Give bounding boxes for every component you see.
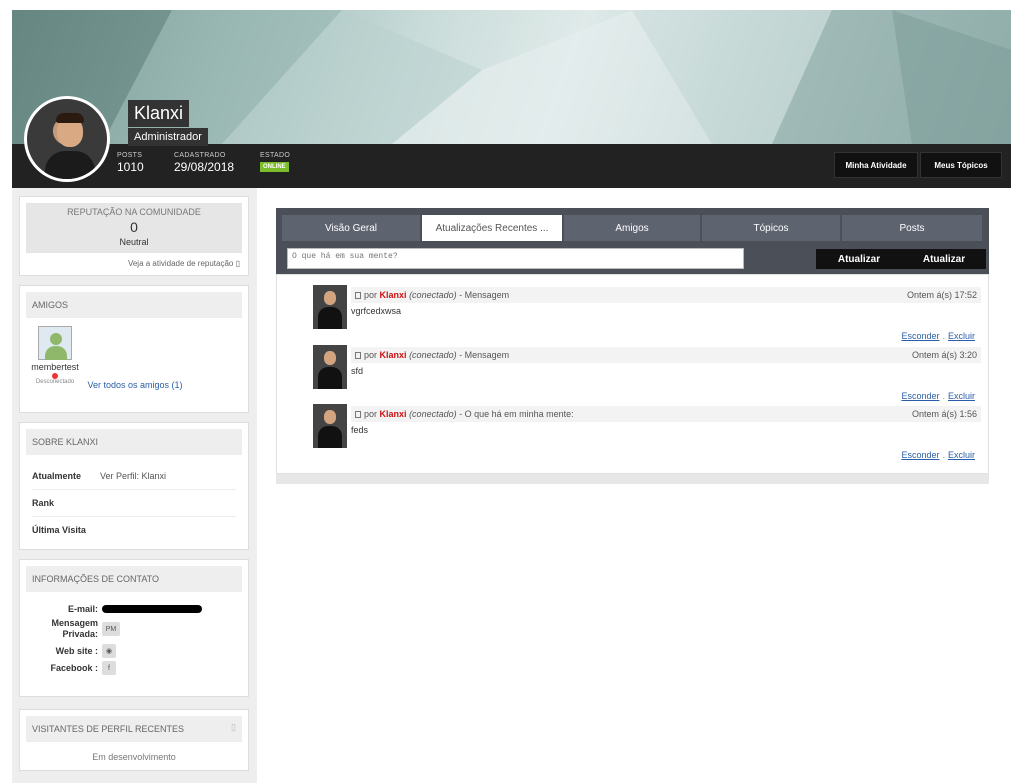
contact-pm: Mensagem Privada: PM	[20, 618, 120, 640]
delete-link[interactable]: Excluir	[948, 391, 975, 401]
status-input[interactable]	[287, 248, 744, 269]
website-icon[interactable]: ◉	[102, 644, 116, 658]
post-header: por Klanxi (conectado) - O que há em min…	[351, 406, 981, 422]
tab-bar: Visão Geral Atualizações Recentes ... Am…	[276, 208, 989, 274]
post-author[interactable]: Klanxi	[380, 290, 407, 300]
document-icon	[355, 352, 361, 359]
tab-posts[interactable]: Posts	[842, 215, 982, 241]
post-time: Ontem á(s) 17:52	[906, 290, 977, 300]
friends-panel: AMIGOS membertest Desconectado Ver todos…	[19, 285, 249, 413]
profile-name: Klanxi	[128, 100, 190, 127]
update-button-1[interactable]: Atualizar	[816, 249, 902, 269]
post-avatar[interactable]	[313, 404, 347, 448]
post-author[interactable]: Klanxi	[380, 350, 407, 360]
my-topics-button[interactable]: Meus Tópicos	[920, 152, 1002, 178]
about-title: SOBRE KLANXI	[26, 429, 242, 455]
reputation-panel: REPUTAÇÃO NA COMUNIDADE 0 Neutral Veja a…	[19, 196, 249, 276]
collapse-icon[interactable]: ▯	[231, 722, 236, 733]
pm-icon[interactable]: PM	[102, 622, 120, 636]
about-panel: SOBRE KLANXI Atualmente Ver Perfil: Klanx…	[19, 422, 249, 550]
profile-avatar[interactable]	[24, 96, 110, 182]
contact-email: E-mail:	[20, 604, 202, 614]
post-time: Ontem á(s) 3:20	[911, 350, 977, 360]
update-button-2[interactable]: Atualizar	[902, 249, 986, 269]
stat-posts: POSTS 1010	[117, 152, 144, 174]
about-row-currently: Atualmente Ver Perfil: Klanxi	[32, 463, 236, 490]
profile-role: Administrador	[128, 128, 208, 146]
tab-recent-updates[interactable]: Atualizações Recentes ...	[422, 215, 562, 241]
post-actions: Esconder. Excluir	[901, 450, 975, 460]
see-all-friends-link[interactable]: Ver todos os amigos (1)	[20, 380, 250, 390]
hide-link[interactable]: Esconder	[901, 450, 939, 460]
contact-panel: INFORMAÇÕES DE CONTATO E-mail: Mensagem P…	[19, 559, 249, 697]
sidebar: REPUTAÇÃO NA COMUNIDADE 0 Neutral Veja a…	[12, 188, 257, 783]
visitors-panel: VISITANTES DE PERFIL RECENTES ▯ Em desen…	[19, 709, 249, 771]
reputation-level: Neutral	[119, 237, 149, 247]
document-icon	[355, 411, 361, 418]
friends-title: AMIGOS	[26, 292, 242, 318]
visitors-title: VISITANTES DE PERFIL RECENTES ▯	[26, 716, 242, 742]
post-actions: Esconder. Excluir	[901, 391, 975, 401]
contact-website: Web site : ◉	[20, 644, 116, 658]
contact-title: INFORMAÇÕES DE CONTATO	[26, 566, 242, 592]
tab-overview[interactable]: Visão Geral	[282, 215, 420, 241]
feed-item: por Klanxi (conectado) - O que há em min…	[313, 404, 981, 464]
redacted-email	[102, 605, 202, 613]
friend-avatar[interactable]	[38, 326, 72, 360]
facebook-icon[interactable]: f	[102, 661, 116, 675]
post-body: feds	[351, 425, 369, 435]
main-content: Visão Geral Atualizações Recentes ... Am…	[276, 208, 989, 484]
post-body: sfd	[351, 366, 364, 376]
about-row-rank: Rank	[32, 490, 236, 517]
document-icon	[355, 292, 361, 299]
post-avatar[interactable]	[313, 345, 347, 389]
post-time: Ontem á(s) 1:56	[911, 409, 977, 419]
activity-feed: por Klanxi (conectado) - Mensagem Ontem …	[276, 274, 989, 474]
tab-friends[interactable]: Amigos	[564, 215, 700, 241]
feed-item: por Klanxi (conectado) - Mensagem Ontem …	[313, 345, 981, 405]
friend-item[interactable]: membertest Desconectado	[30, 326, 80, 385]
post-actions: Esconder. Excluir	[901, 331, 975, 341]
profile-cover: Klanxi Administrador POSTS 1010 CADASTRA…	[12, 10, 1011, 188]
visitors-text: Em desenvolvimento	[92, 752, 176, 762]
stat-state: ESTADO ONLINE	[260, 152, 291, 172]
contact-facebook: Facebook : f	[20, 661, 116, 675]
stat-registered: CADASTRADO 29/08/2018	[174, 152, 235, 174]
post-body: vgrfcedxwsa	[351, 306, 402, 316]
delete-link[interactable]: Excluir	[948, 450, 975, 460]
post-header: por Klanxi (conectado) - Mensagem Ontem …	[351, 287, 981, 303]
my-activity-button[interactable]: Minha Atividade	[834, 152, 918, 178]
post-avatar[interactable]	[313, 285, 347, 329]
hide-link[interactable]: Esconder	[901, 331, 939, 341]
feed-item: por Klanxi (conectado) - Mensagem Ontem …	[313, 285, 981, 345]
delete-link[interactable]: Excluir	[948, 331, 975, 341]
hide-link[interactable]: Esconder	[901, 391, 939, 401]
post-header: por Klanxi (conectado) - Mensagem Ontem …	[351, 347, 981, 363]
tab-topics[interactable]: Tópicos	[702, 215, 840, 241]
friend-name[interactable]: membertest	[30, 362, 80, 372]
about-row-last-visit: Última Visita	[32, 525, 86, 535]
online-badge: ONLINE	[260, 162, 289, 172]
post-author[interactable]: Klanxi	[380, 409, 407, 419]
reputation-title: REPUTAÇÃO NA COMUNIDADE	[67, 207, 201, 217]
reputation-value: 0	[130, 219, 138, 235]
reputation-activity-link[interactable]: Veja a atividade de reputação ▯	[20, 259, 248, 276]
